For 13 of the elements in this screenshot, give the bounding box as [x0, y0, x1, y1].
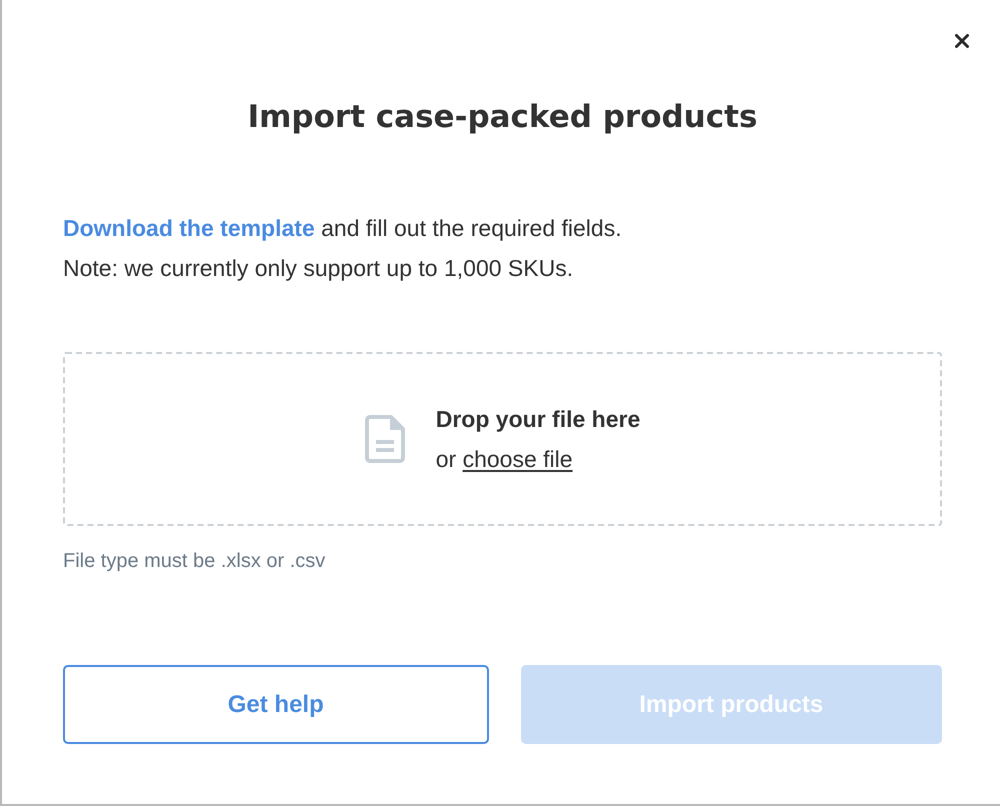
dialog-title: Import case-packed products [246, 98, 758, 137]
download-template-link[interactable]: Download the template [63, 215, 315, 241]
choose-file-text: or choose file [436, 445, 574, 474]
file-drop-zone[interactable]: Drop your file here or choose file [63, 352, 942, 526]
help-button[interactable]: Get help [63, 665, 488, 744]
file-type-hint: File type must be .xlsx or .csv [63, 549, 326, 574]
instruction-text: Download the template and fill out the required fields. [63, 214, 623, 243]
choose-file-link[interactable]: choose file [462, 446, 573, 472]
document-icon [364, 415, 405, 463]
close-button[interactable] [955, 34, 969, 48]
close-icon [955, 34, 969, 48]
note-text: Note: we currently only support up to 1,000 SKUs. [63, 254, 574, 283]
drop-heading: Drop your file here [436, 405, 640, 434]
